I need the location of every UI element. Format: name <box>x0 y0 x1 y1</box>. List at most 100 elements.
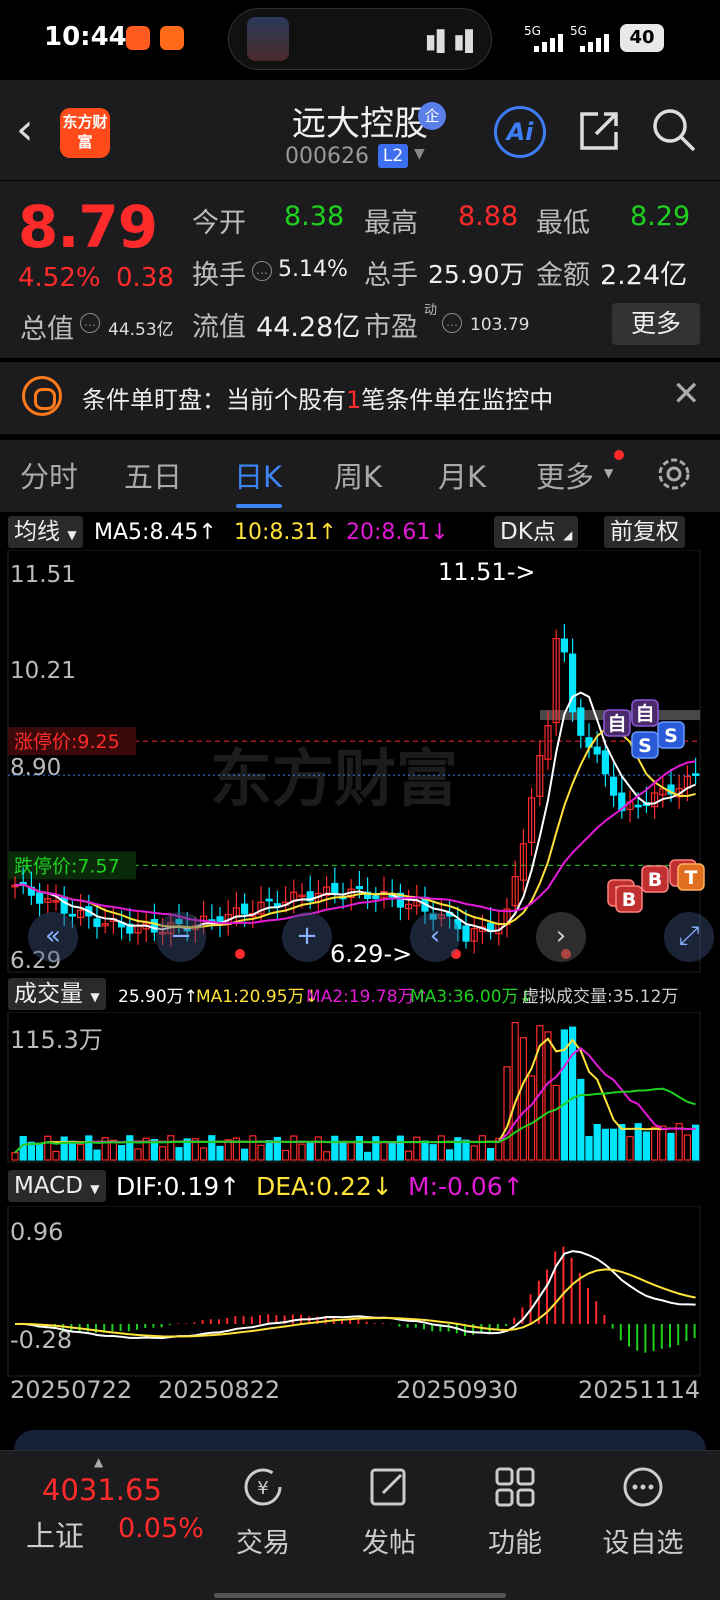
share-icon[interactable] <box>576 108 622 154</box>
post-label: 发帖 <box>362 1528 416 1559</box>
watermark-text: 东方财富 <box>210 742 458 815</box>
zoom-in-button[interactable]: + <box>282 912 332 962</box>
caret-down-icon[interactable]: ▼ <box>414 146 425 162</box>
ma-indicator-selector[interactable]: 均线 ▼ <box>8 516 83 548</box>
svg-text:¥: ¥ <box>257 1478 268 1499</box>
volume-bar <box>126 1135 134 1161</box>
info-icon[interactable]: … <box>252 261 272 281</box>
search-icon[interactable] <box>650 106 698 154</box>
post-nav-button[interactable]: 发帖 <box>344 1465 434 1560</box>
condition-text-suffix: 笔条件单在监控中 <box>361 386 554 414</box>
macd-y-top: 0.96 <box>10 1218 63 1246</box>
tab-weekly-k[interactable]: 周K <box>334 454 382 496</box>
limit-up-label: 涨停价:9.25 <box>14 731 120 753</box>
volume-bar <box>462 1139 470 1161</box>
macd-indicator-selector[interactable]: MACD ▼ <box>8 1170 106 1202</box>
candle-body <box>372 895 380 900</box>
candlestick-chart[interactable]: 东方财富11.5110.218.907.606.29涨停价:9.25跌停价:7.… <box>0 550 720 974</box>
pe-value: 103.79 <box>470 315 530 335</box>
volume-ma1: MA1:20.95万↓ <box>196 987 319 1007</box>
volume-bar <box>52 1150 60 1161</box>
volume-bar <box>159 1146 167 1161</box>
index-change[interactable]: 0.05% <box>118 1513 204 1544</box>
yen-cycle-icon: ¥ <box>244 1468 282 1506</box>
y-tick-label: 10.21 <box>10 658 76 684</box>
volume-bar <box>380 1141 388 1161</box>
fullscreen-icon[interactable]: ⤢ <box>664 912 714 962</box>
y-tick-label: 8.90 <box>10 755 61 781</box>
volume-bar <box>85 1135 93 1161</box>
grid-icon <box>495 1467 535 1507</box>
adjust-button[interactable]: 前复权 <box>604 516 685 548</box>
volume-bar <box>306 1140 314 1161</box>
candle-body <box>241 903 249 915</box>
close-icon[interactable]: ✕ <box>672 374 701 414</box>
tab-more[interactable]: 更多 <box>536 454 594 496</box>
volume-bar <box>527 1075 536 1161</box>
volume-bar <box>241 1148 249 1161</box>
more-quote-button[interactable]: 更多 <box>612 303 700 345</box>
trade-nav-button[interactable]: ¥ 交易 <box>218 1465 308 1560</box>
tab-intraday[interactable]: 分时 <box>20 454 78 496</box>
info-icon[interactable]: … <box>442 313 462 333</box>
signal-t-badge-text: T <box>685 867 698 889</box>
volume-bar <box>446 1149 454 1161</box>
volume-bar <box>323 1151 331 1161</box>
x-date-label: 20250822 <box>158 1376 280 1404</box>
dk-point-button[interactable]: DK点 ◢ <box>494 516 579 548</box>
quote-panel: 8.79 4.52% 0.38 今开 8.38 最高 8.88 最低 8.29 … <box>0 180 720 358</box>
volume-bar <box>290 1135 298 1161</box>
dynamic-island[interactable]: ▮▌▮▌ <box>228 8 492 70</box>
high-value: 8.88 <box>458 201 519 232</box>
dea-line <box>14 1268 696 1338</box>
scroll-left-fast-button[interactable]: « <box>28 912 78 962</box>
index-name[interactable]: 上证 <box>26 1513 84 1555</box>
enterprise-badge: 企 <box>418 102 446 130</box>
dif-line <box>14 1250 696 1340</box>
signal-self-badge-text: 自 <box>635 702 654 725</box>
macd-chart[interactable]: 0.96-0.2820250722 20250822 20250930 2025111… <box>0 1206 720 1406</box>
volume-bar <box>347 1141 355 1161</box>
volume-bar <box>487 1148 495 1161</box>
volume-ma3: MA3:36.00万↓ <box>410 987 533 1007</box>
candle-body <box>577 707 585 736</box>
change-percent: 4.52% <box>18 263 101 293</box>
add-watchlist-nav-button[interactable]: 设自选 <box>598 1465 688 1560</box>
volume-bar <box>585 1135 593 1161</box>
volume-bar <box>216 1145 224 1161</box>
info-icon[interactable]: … <box>80 313 100 333</box>
volume-bar <box>339 1142 347 1161</box>
zoom-out-button[interactable]: − <box>156 912 206 962</box>
period-tabs: 分时 五日 日K 周K 月K 更多 ▼ <box>0 440 720 512</box>
volume-bar <box>642 1131 651 1161</box>
signal-sell-badge-text: S <box>664 725 678 747</box>
float-cap-value: 44.28亿 <box>256 312 361 343</box>
scroll-right-button[interactable]: › <box>536 912 586 962</box>
function-nav-button[interactable]: 功能 <box>470 1465 560 1560</box>
volume-bar <box>265 1140 273 1161</box>
caret-up-icon[interactable]: ▲ <box>94 1455 103 1469</box>
level2-badge[interactable]: L2 <box>378 144 408 168</box>
volume-indicator-selector[interactable]: 成交量 ▼ <box>8 978 106 1010</box>
target-icon <box>22 376 62 416</box>
tab-daily-k[interactable]: 日K <box>234 454 282 496</box>
volume-bar <box>93 1149 101 1161</box>
volume-bar <box>437 1135 445 1161</box>
ma-indicator-label: 均线 <box>14 519 60 545</box>
volume-chart[interactable]: 115.3万 <box>0 1012 720 1164</box>
chart-area[interactable]: 均线 ▼ MA5:8.45↑ 10:8.31↑ 20:8.61↓ DK点 ◢ 前… <box>0 512 720 1444</box>
caret-down-icon: ▼ <box>67 528 77 542</box>
scroll-left-button[interactable]: ‹ <box>410 912 460 962</box>
condition-order-bar[interactable]: 条件单盯盘：当前个股有1笔条件单在监控中 ✕ <box>0 362 720 434</box>
volume-bar <box>11 1152 19 1161</box>
volume-bar <box>552 1084 560 1161</box>
volume-bar <box>413 1136 421 1161</box>
tab-monthly-k[interactable]: 月K <box>438 454 486 496</box>
trade-label: 交易 <box>236 1528 290 1559</box>
index-value[interactable]: 4031.65 <box>42 1473 162 1507</box>
last-price: 8.79 <box>18 193 158 261</box>
volume-bar <box>372 1136 380 1161</box>
ai-assistant-button[interactable]: Ai <box>494 106 546 158</box>
tab-five-day[interactable]: 五日 <box>124 454 182 496</box>
gear-icon[interactable] <box>654 454 694 494</box>
